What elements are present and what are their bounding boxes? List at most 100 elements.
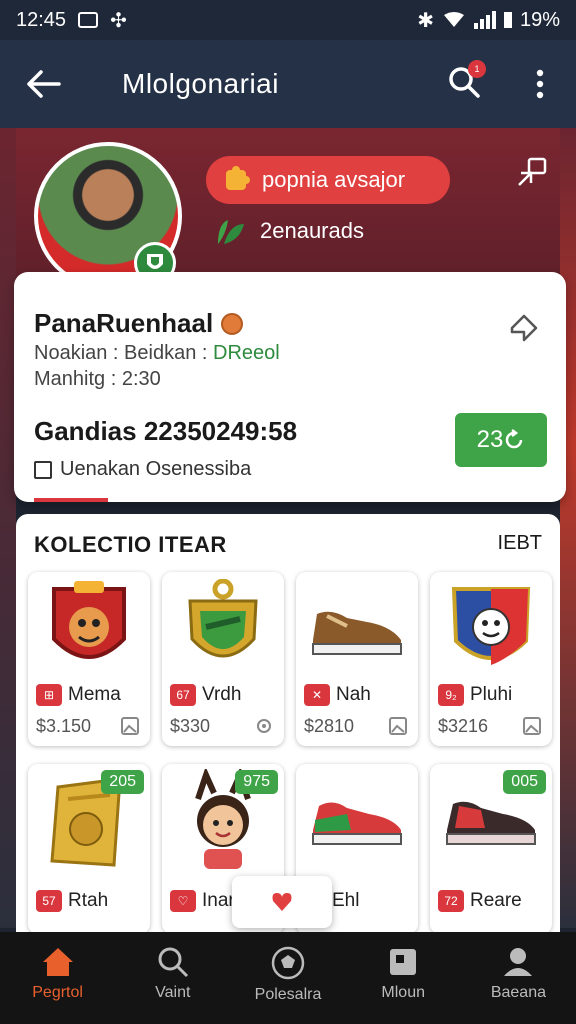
item-name: Vrdh — [202, 684, 242, 705]
bluetooth-icon: ✱ — [417, 9, 434, 32]
status-time: 12:45 — [16, 8, 67, 31]
more-options-button[interactable] — [524, 60, 556, 108]
nav-item-profile[interactable]: Baeana — [461, 932, 576, 1024]
share-button[interactable] — [514, 154, 550, 190]
mascot-crest-image — [28, 572, 150, 682]
bottom-nav: Pegrtol Vaint Polesalra Mloun Baeana — [0, 932, 576, 1024]
item-name: Nah — [336, 684, 371, 705]
collection-item[interactable]: 9₂ Pluhi $3216 — [430, 572, 552, 746]
collection-item[interactable]: 67 Vrdh $330 — [162, 572, 284, 746]
image-icon — [523, 717, 541, 735]
send-icon[interactable] — [508, 312, 540, 344]
item-tag: ✕ — [304, 684, 330, 706]
cards-icon — [390, 949, 417, 975]
profile-name: PanaRuenhaal — [34, 308, 244, 339]
nav-label: Baeana — [490, 984, 546, 1001]
background-right — [560, 128, 576, 928]
page-title: Mlolgonariai — [122, 68, 279, 99]
collection-item[interactable]: 005 72 Reare — [430, 764, 552, 934]
favorite-button[interactable] — [232, 876, 332, 928]
arrow-left-icon — [27, 70, 61, 98]
item-name: Inar — [202, 890, 235, 911]
nav-item-search[interactable]: Vaint — [115, 932, 230, 1024]
screen-record-icon — [78, 12, 99, 28]
profile-name-text: PanaRuenhaal — [34, 308, 214, 338]
nav-label: Vaint — [155, 984, 191, 1001]
person-icon — [504, 948, 533, 976]
collection-item[interactable]: 205 57 Rtah — [28, 764, 150, 934]
more-vertical-icon — [536, 69, 544, 99]
item-label: ♡ Inar — [170, 890, 235, 912]
hero-sub: 2enaurads — [214, 216, 364, 246]
item-label: 57 Rtah — [36, 890, 108, 912]
wifi-icon — [443, 12, 464, 27]
item-name: Rtah — [68, 890, 109, 911]
item-tag: ⊞ — [36, 684, 62, 706]
battery-icon — [503, 12, 512, 28]
checkbox-icon[interactable] — [34, 460, 52, 479]
puzzle-icon — [226, 166, 250, 190]
action-button-label: 23 — [476, 426, 504, 453]
hero-sub-label: 2enaurads — [260, 218, 364, 243]
heart-pin-icon — [272, 893, 292, 911]
item-label: ⊞ Mema — [36, 684, 121, 706]
item-price: $3.150 — [36, 716, 92, 736]
refresh-icon — [506, 429, 523, 449]
item-badge: 005 — [503, 770, 546, 794]
collection-item[interactable]: ✕ Nah $2810 — [296, 572, 418, 746]
checkbox-label: Uenakan Osenessiba — [60, 458, 252, 480]
app-bar: Mlolgonariai 1 — [0, 40, 576, 128]
item-label: ✕ Nah — [304, 684, 371, 706]
nav-label: Pegrtol — [32, 984, 83, 1001]
search-icon — [158, 947, 188, 978]
profile-meta: Noakian : Beidkan : DReeol — [34, 342, 280, 365]
action-button[interactable]: 23 — [455, 413, 547, 467]
share-icon — [518, 157, 547, 186]
profile-meta-prefix: Noakian : Beidkan : — [34, 342, 213, 364]
item-name: Ehl — [332, 890, 360, 911]
popular-badge-label: popnia avsajor — [262, 167, 406, 192]
nav-item-collection[interactable]: Mloun — [346, 932, 461, 1024]
battery-level: 19% — [519, 8, 560, 31]
item-name: Mema — [68, 684, 121, 705]
nav-item-matches[interactable]: Polesalra — [230, 932, 345, 1024]
signal-icon — [473, 11, 496, 29]
flag-crest-image — [430, 572, 552, 682]
item-name: Pluhi — [470, 684, 513, 705]
item-name: Reare — [470, 890, 522, 911]
image-icon — [121, 717, 139, 735]
profile-meta-green: DReeol — [213, 342, 280, 364]
leaf-icon — [218, 220, 244, 244]
profile-balance: Gandias 22350249:58 — [34, 416, 298, 446]
item-badge: 205 — [101, 770, 144, 794]
collection-edit-link[interactable]: IEBT — [498, 532, 542, 555]
nav-item-home[interactable]: Pegrtol — [0, 932, 115, 1024]
collection-heading: KOLECTIO ITEAR — [34, 532, 227, 557]
item-price: $3216 — [438, 716, 489, 736]
collection-item[interactable]: ⊞ Mema $3.150 — [28, 572, 150, 746]
tab-indicator — [34, 498, 108, 502]
item-label: 9₂ Pluhi — [438, 684, 512, 706]
item-tag: 72 — [438, 890, 464, 912]
coin-icon — [221, 312, 244, 335]
image-icon — [389, 717, 407, 735]
shield-trophy-image — [162, 572, 284, 682]
profile-card: PanaRuenhaal Noakian : Beidkan : DReeol … — [14, 272, 566, 502]
ball-icon — [271, 946, 305, 980]
item-tag: 67 — [170, 684, 196, 706]
nav-label: Polesalra — [254, 986, 322, 1003]
green-red-sneaker-image — [296, 764, 418, 874]
item-label: Ehl — [332, 890, 359, 912]
status-bar: 12:45 ✣ ✱ 19% — [0, 0, 576, 40]
back-button[interactable] — [12, 52, 76, 116]
popular-badge-button[interactable]: popnia avsajor — [206, 156, 450, 204]
profile-time: Manhitg : 2:30 — [34, 368, 161, 390]
item-price: $2810 — [304, 716, 355, 736]
item-tag: 9₂ — [438, 684, 464, 706]
collection-panel: KOLECTIO ITEAR IEBT ⊞ Mema $3.150 67 Vrdh … — [16, 514, 560, 934]
profile-checkbox[interactable]: Uenakan Osenessiba — [34, 458, 251, 481]
item-tag: ♡ — [170, 890, 196, 912]
item-badge: 975 — [235, 770, 278, 794]
notification-icon: ✣ — [110, 9, 127, 32]
home-icon — [42, 948, 73, 976]
